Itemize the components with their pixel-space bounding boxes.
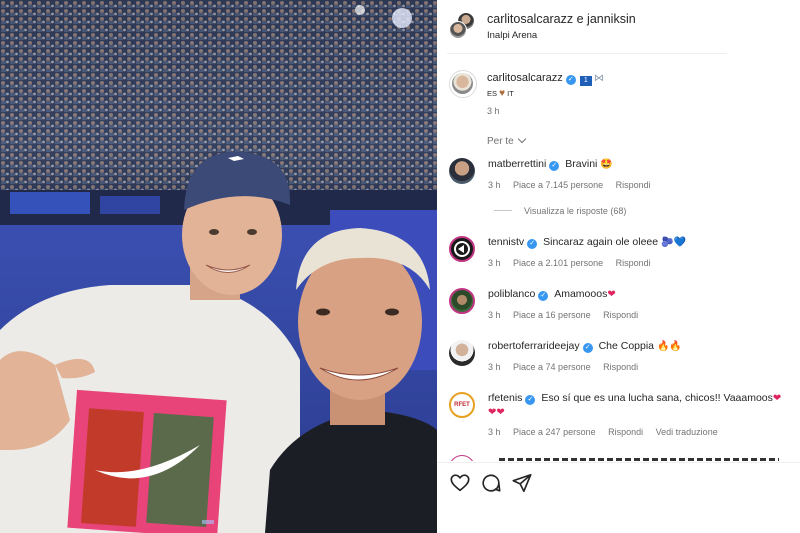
handshake-heart-icon: ♥ bbox=[499, 88, 506, 99]
tennistv-logo-icon bbox=[454, 241, 470, 257]
comment-text: Che Coppia bbox=[598, 340, 655, 352]
butterfly-icon: ⋈ bbox=[593, 73, 604, 84]
avatar[interactable] bbox=[449, 236, 475, 262]
comment-username[interactable]: poliblanco bbox=[488, 288, 535, 300]
comment-line: tennistv ✓ Sincaraz again ole oleee 🫐💙 bbox=[488, 236, 686, 249]
caption-text: ES ♥ IT bbox=[487, 88, 514, 99]
chevron-down-icon bbox=[517, 134, 526, 144]
comment-time: 3 h bbox=[488, 427, 501, 437]
divider bbox=[494, 210, 512, 211]
reply-button[interactable]: Rispondi bbox=[608, 427, 643, 437]
post-sidebar: carlitosalcarazz e janniksin Inalpi Aren… bbox=[437, 0, 800, 533]
verified-icon: ✓ bbox=[525, 395, 536, 405]
comment-text: Sincaraz again ole oleee bbox=[543, 236, 659, 248]
comment-text: Eso sí que es una lucha sana, chicos!! V… bbox=[541, 392, 773, 404]
comment-emoji: 🫐💙 bbox=[661, 237, 686, 248]
comment-icon[interactable] bbox=[480, 472, 502, 494]
heart-icon[interactable] bbox=[449, 472, 471, 494]
caption-time: 3 h bbox=[487, 106, 500, 116]
collab-avatars[interactable] bbox=[449, 12, 477, 40]
heart-emoji: ❤ bbox=[772, 393, 782, 404]
comment-meta: 3 h Piace a 2.101 persone Rispondi bbox=[488, 258, 661, 268]
comment-likes[interactable]: Piace a 16 persone bbox=[513, 310, 591, 320]
avatar[interactable] bbox=[449, 21, 467, 39]
comment-likes[interactable]: Piace a 7.145 persone bbox=[513, 180, 603, 190]
heart-emoji: ❤ bbox=[607, 289, 616, 300]
comment-item: robertoferraridee​jay ✓ Che Coppia 🔥🔥 3 h… bbox=[437, 340, 800, 390]
comment-username[interactable]: robertoferraridee​jay bbox=[488, 340, 580, 352]
comment-item: tennistv ✓ Sincaraz again ole oleee 🫐💙 3 … bbox=[437, 236, 800, 286]
comment-time: 3 h bbox=[488, 362, 501, 372]
caption-line: carlitosalcarazz ✓ 1 ⋈ bbox=[487, 72, 608, 86]
reply-button[interactable]: Rispondi bbox=[616, 258, 651, 268]
comment-item: matberrettini ✓ Bravini 🤩 3 h Piace a 7.1… bbox=[437, 158, 800, 208]
comment-text-line2: ❤❤ bbox=[488, 407, 505, 418]
reply-button[interactable]: Rispondi bbox=[603, 362, 638, 372]
comment-text-partial bbox=[499, 458, 779, 461]
sort-dropdown[interactable]: Per te bbox=[487, 134, 526, 147]
verified-icon: ✓ bbox=[549, 161, 560, 171]
avatar[interactable] bbox=[449, 288, 475, 314]
avatar[interactable] bbox=[452, 73, 473, 94]
comment-item-partial bbox=[449, 455, 789, 461]
comment-likes[interactable]: Piace a 74 persone bbox=[513, 362, 591, 372]
comment-time: 3 h bbox=[488, 180, 501, 190]
comment-emoji: 🤩 bbox=[600, 159, 613, 170]
selfie-image bbox=[0, 0, 437, 533]
fire-emoji: 🔥🔥 bbox=[656, 341, 682, 352]
divider bbox=[437, 462, 800, 463]
sort-label: Per te bbox=[487, 136, 514, 147]
post-authors[interactable]: carlitosalcarazz e janniksin bbox=[487, 12, 636, 26]
verified-icon: ✓ bbox=[565, 75, 576, 85]
comment-meta: 3 h Piace a 74 persone Rispondi bbox=[488, 362, 648, 372]
share-icon[interactable] bbox=[511, 472, 533, 494]
avatar-story-ring[interactable] bbox=[449, 70, 477, 98]
comment-line: poliblanco ✓ Amamooos❤ bbox=[488, 288, 616, 301]
rfet-logo-text: RFET bbox=[454, 402, 470, 408]
comment-meta: 3 h Piace a 247 persone Rispondi Vedi tr… bbox=[488, 427, 728, 437]
avatar[interactable]: RFET bbox=[449, 392, 475, 418]
comment-username[interactable]: tennistv bbox=[488, 236, 524, 248]
reply-button[interactable]: Rispondi bbox=[603, 310, 638, 320]
post-photo[interactable] bbox=[0, 0, 437, 533]
verified-icon: ✓ bbox=[527, 239, 538, 249]
comment-meta: 3 h Piace a 16 persone Rispondi bbox=[488, 310, 648, 320]
comment-time: 3 h bbox=[488, 258, 501, 268]
post-caption: carlitosalcarazz ✓ 1 ⋈ ES ♥ IT 3 h bbox=[437, 62, 800, 122]
comment-likes[interactable]: Piace a 247 persone bbox=[513, 427, 596, 437]
comment-line: robertoferraridee​jay ✓ Che Coppia 🔥🔥 bbox=[488, 340, 682, 353]
caption-text-right: IT bbox=[507, 89, 514, 98]
see-translation-button[interactable]: Vedi traduzione bbox=[656, 427, 718, 437]
caption-username[interactable]: carlitosalcarazz bbox=[487, 72, 563, 84]
avatar[interactable] bbox=[449, 340, 475, 366]
caption-text-left: ES bbox=[487, 89, 498, 98]
comment-line: matberrettini ✓ Bravini 🤩 bbox=[488, 158, 613, 171]
avatar[interactable] bbox=[449, 455, 475, 461]
number-one-badge: 1 bbox=[579, 76, 592, 86]
comment-text: Bravini bbox=[565, 158, 598, 170]
view-replies-label: Visualizza le risposte (68) bbox=[524, 206, 627, 216]
comment-username[interactable]: matberrettini bbox=[488, 158, 546, 170]
comment-username[interactable]: rfetenis bbox=[488, 392, 522, 404]
post-location[interactable]: Inalpi Arena bbox=[487, 30, 537, 41]
comment-item: RFET rfetenis ✓ Eso sí que es una lucha s… bbox=[437, 392, 800, 452]
view-replies-button[interactable]: Visualizza le risposte (68) bbox=[494, 206, 626, 216]
comment-meta: 3 h Piace a 7.145 persone Rispondi bbox=[488, 180, 661, 190]
comment-item: poliblanco ✓ Amamooos❤ 3 h Piace a 16 per… bbox=[437, 288, 800, 338]
divider bbox=[447, 53, 727, 54]
comment-line: rfetenis ✓ Eso sí que es una lucha sana, … bbox=[488, 392, 781, 405]
post-header: carlitosalcarazz e janniksin Inalpi Aren… bbox=[437, 0, 737, 54]
comment-text: Amamooos bbox=[554, 288, 608, 300]
comment-likes[interactable]: Piace a 2.101 persone bbox=[513, 258, 603, 268]
avatar[interactable] bbox=[449, 158, 475, 184]
comment-time: 3 h bbox=[488, 310, 501, 320]
verified-icon: ✓ bbox=[538, 291, 549, 301]
reply-button[interactable]: Rispondi bbox=[616, 180, 651, 190]
verified-icon: ✓ bbox=[582, 343, 593, 353]
